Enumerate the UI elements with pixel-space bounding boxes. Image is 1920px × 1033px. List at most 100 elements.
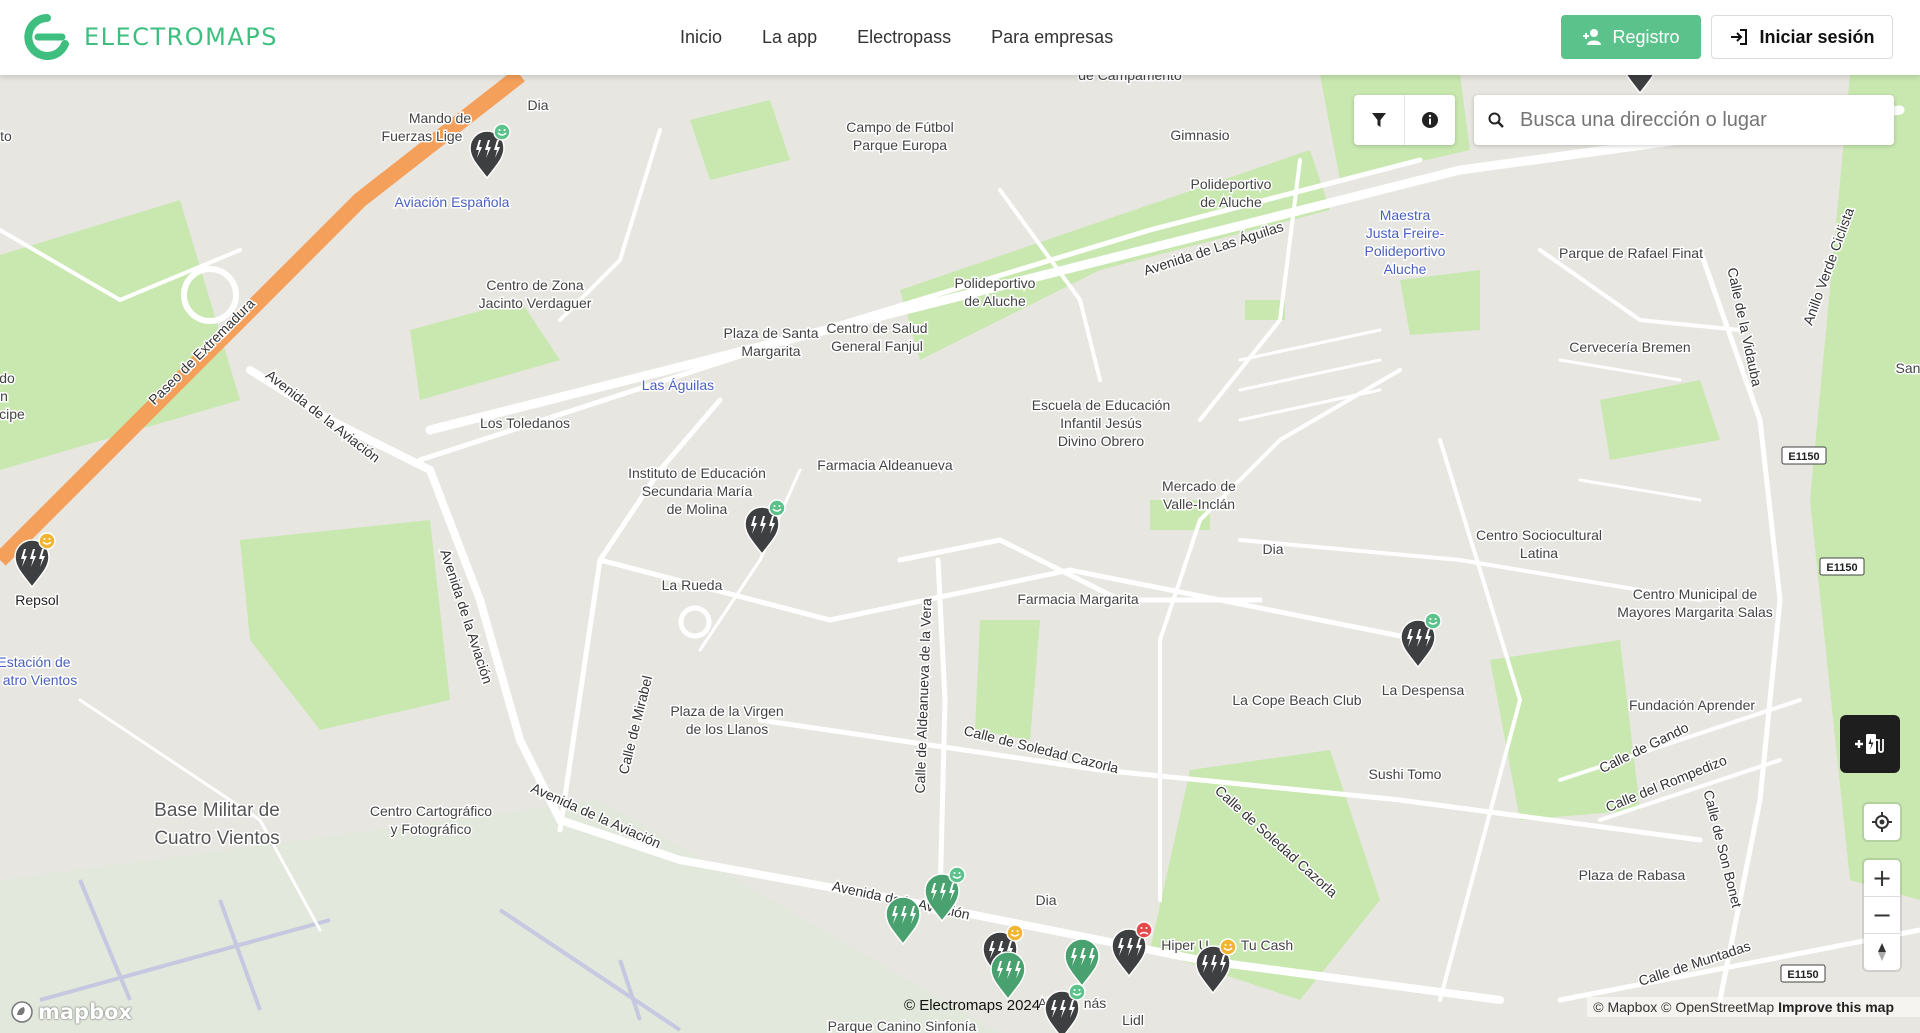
svg-text:E1150: E1150: [1826, 562, 1857, 574]
info-button[interactable]: [1404, 95, 1455, 145]
zoom-control: + −: [1864, 860, 1900, 970]
map-place-label: Parque de Rafael Finat: [1559, 245, 1703, 261]
road-shield: E1150: [1780, 964, 1826, 983]
map-place-label: Lidl: [1122, 1012, 1144, 1028]
nav-para-empresas[interactable]: Para empresas: [991, 27, 1113, 48]
map-place-label: Maestra: [1380, 207, 1431, 223]
pin-status-badge: [1219, 938, 1237, 956]
improve-map-link[interactable]: Improve this map: [1778, 999, 1894, 1015]
minus-icon: −: [1871, 901, 1893, 929]
mapbox-wordmark: mapbox: [38, 1000, 133, 1024]
map-place-label: Sushi Tomo: [1369, 766, 1442, 782]
map-attribution: © Mapbox © OpenStreetMap Improve this ma…: [1587, 997, 1920, 1017]
search-bar: [1474, 95, 1894, 145]
login-button[interactable]: Iniciar sesión: [1711, 15, 1893, 59]
map-place-label: n: [0, 388, 8, 404]
map-place-label: Fuerzas Lige: [382, 128, 463, 144]
register-button[interactable]: Registro: [1561, 15, 1701, 59]
map-place-label: Repsol: [15, 592, 59, 608]
map-tools: [1354, 95, 1455, 145]
main-nav: Inicio La app Electropass Para empresas: [680, 0, 1113, 75]
map-place-label: Polideportivo: [1365, 243, 1446, 259]
pin-status-badge: [38, 532, 56, 550]
filter-button[interactable]: [1354, 95, 1404, 145]
nav-inicio[interactable]: Inicio: [680, 27, 722, 48]
map-place-label: Cuatro Vientos: [154, 828, 279, 849]
pin-status-badge: [493, 123, 511, 141]
map-place-label: Mercado de: [1162, 478, 1236, 494]
map-place-label: Polideportivo: [1191, 176, 1272, 192]
register-label: Registro: [1612, 26, 1680, 47]
attribution-osm[interactable]: © OpenStreetMap: [1661, 999, 1774, 1015]
add-user-icon: [1583, 29, 1602, 45]
map-place-label: Mayores Margarita Salas: [1617, 604, 1773, 620]
map-place-label: Aluche: [1384, 261, 1427, 277]
login-icon: [1731, 29, 1748, 45]
map-place-label: Centro Cartográfico: [370, 803, 492, 819]
compass-icon: [1878, 943, 1886, 961]
zoom-out-button[interactable]: −: [1864, 896, 1900, 933]
map-place-label: Valle-Inclán: [1163, 496, 1235, 512]
road-shield: E1150: [1819, 557, 1865, 576]
attribution-mapbox[interactable]: © Mapbox: [1593, 999, 1657, 1015]
map-place-label: Secundaria María: [642, 483, 753, 499]
map-place-label: to: [0, 128, 12, 144]
filter-icon: [1372, 113, 1386, 127]
login-label: Iniciar sesión: [1759, 26, 1875, 47]
compass-button[interactable]: [1864, 933, 1900, 970]
search-icon: [1474, 112, 1518, 128]
map-place-label: Mando de: [409, 110, 471, 126]
map-place-label: Aviación Española: [395, 194, 510, 210]
road-shield: E1150: [1781, 446, 1827, 465]
nav-electropass[interactable]: Electropass: [857, 27, 951, 48]
map-place-label: Parque Canino Sinfonía: [828, 1018, 977, 1033]
map-place-label: Jacinto Verdaguer: [479, 295, 592, 311]
electromaps-logo[interactable]: ELECTROMAPS: [24, 14, 278, 60]
info-icon: [1422, 112, 1438, 128]
map-place-label: de Molina: [667, 501, 728, 517]
pin-status-badge: [1424, 612, 1442, 630]
map-place-label: Instituto de Educación: [628, 465, 766, 481]
pin-status-badge: [948, 866, 966, 884]
map-place-label: cipe: [0, 406, 25, 422]
map-place-label: Fundación Aprender: [1629, 697, 1755, 713]
map-place-label: Dia: [1035, 892, 1056, 908]
map-place-label: Las Águilas: [642, 377, 714, 393]
map-place-label: Centro de Zona: [486, 277, 583, 293]
svg-text:E1150: E1150: [1788, 451, 1819, 463]
geolocate-button[interactable]: [1864, 804, 1900, 840]
pin-status-badge: [1068, 983, 1086, 1001]
map-place-label: de Campamento: [1078, 75, 1182, 83]
add-charger-button[interactable]: [1840, 715, 1900, 773]
map-place-label: La Rueda: [662, 577, 723, 593]
pin-status-badge: [1135, 921, 1153, 939]
zoom-in-button[interactable]: +: [1864, 860, 1900, 896]
map-place-label: Centro de Salud: [826, 320, 927, 336]
logo-text: ELECTROMAPS: [84, 23, 279, 51]
map-place-label: Plaza de la Virgen: [670, 703, 783, 719]
map-place-label: de Aluche: [1200, 194, 1262, 210]
mapbox-logo[interactable]: mapbox: [10, 1000, 132, 1024]
map-place-label: Plaza de Santa: [724, 325, 819, 341]
add-charger-icon: [1855, 734, 1884, 754]
nav-la-app[interactable]: La app: [762, 27, 817, 48]
map-place-label: Gimnasio: [1170, 127, 1229, 143]
map-place-label: Parque Europa: [853, 137, 947, 153]
top-navbar: ELECTROMAPS Inicio La app Electropass Pa…: [0, 0, 1920, 75]
pin-status-badge: [1006, 924, 1024, 942]
map-place-label: Cervecería Bremen: [1569, 339, 1690, 355]
map-place-label: Centro Sociocultural: [1476, 527, 1602, 543]
map-place-label: General Fanjul: [831, 338, 923, 354]
map-place-label: Estación de: [0, 654, 71, 670]
map-place-label: Plaza de Rabasa: [1579, 867, 1686, 883]
map-place-label: Los Toledanos: [480, 415, 570, 431]
map-place-label: La Cope Beach Club: [1232, 692, 1361, 708]
map-place-label: La Despensa: [1382, 682, 1465, 698]
mapbox-icon: [11, 1001, 33, 1023]
map-place-label: Base Militar de: [154, 800, 280, 821]
map-canvas[interactable]: Paseo de ExtremaduraAvenida de la Aviaci…: [0, 75, 1920, 1033]
map-place-label: Infantil Jesús: [1060, 415, 1142, 431]
search-input[interactable]: [1518, 107, 1882, 133]
geolocate-control: [1864, 804, 1900, 840]
map-place-label: Escuela de Educación: [1032, 397, 1171, 413]
